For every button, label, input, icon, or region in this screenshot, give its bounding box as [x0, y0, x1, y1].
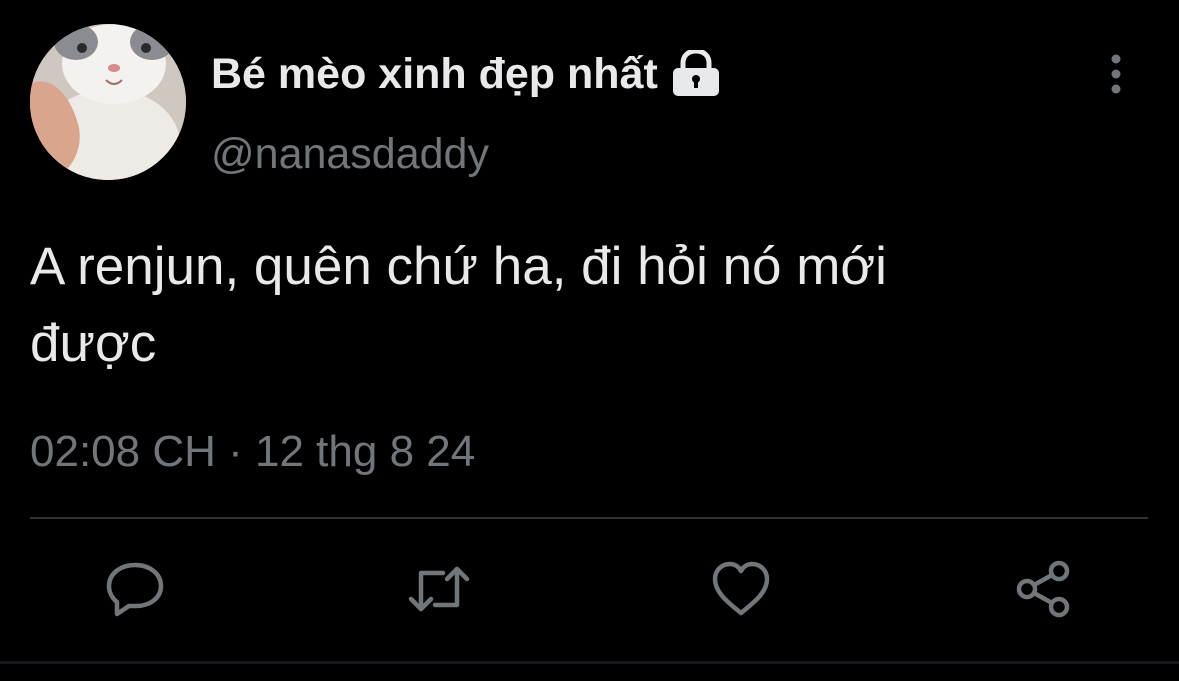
more-options-button[interactable] — [1096, 52, 1136, 96]
share-button[interactable] — [1010, 556, 1076, 622]
reply-icon — [106, 562, 164, 617]
retweet-icon — [408, 566, 470, 612]
tweet-text: A renjun, quên chứ ha, đi hỏi nó mới đượ… — [30, 228, 1140, 382]
tweet-text-line: được — [30, 314, 157, 373]
tweet-time: 02:08 CH — [30, 427, 216, 476]
tweet-detail: Bé mèo xinh đẹp nhất @nanasdaddy A renju… — [0, 0, 1179, 681]
tweet-timestamp[interactable]: 02:08 CH · 12 thg 8 24 — [30, 424, 475, 480]
tweet-text-line: A renjun, quên chứ ha, đi hỏi nó mới — [30, 237, 887, 296]
display-name-text: Bé mèo xinh đẹp nhất — [211, 50, 658, 98]
retweet-button[interactable] — [406, 556, 472, 622]
divider — [30, 517, 1148, 519]
share-icon — [1016, 560, 1070, 618]
like-button[interactable] — [708, 556, 774, 622]
bottom-divider — [0, 661, 1179, 664]
author-display-name[interactable]: Bé mèo xinh đẹp nhất — [211, 48, 722, 100]
heart-icon — [712, 561, 770, 616]
avatar[interactable] — [30, 24, 186, 180]
meta-separator: · — [228, 427, 243, 476]
more-vertical-icon — [1111, 54, 1121, 94]
lock-icon — [670, 48, 722, 98]
tweet-date: 12 thg 8 24 — [255, 427, 476, 476]
cat-avatar-icon — [30, 24, 186, 180]
author-handle[interactable]: @nanasdaddy — [211, 128, 489, 180]
reply-button[interactable] — [102, 556, 168, 622]
